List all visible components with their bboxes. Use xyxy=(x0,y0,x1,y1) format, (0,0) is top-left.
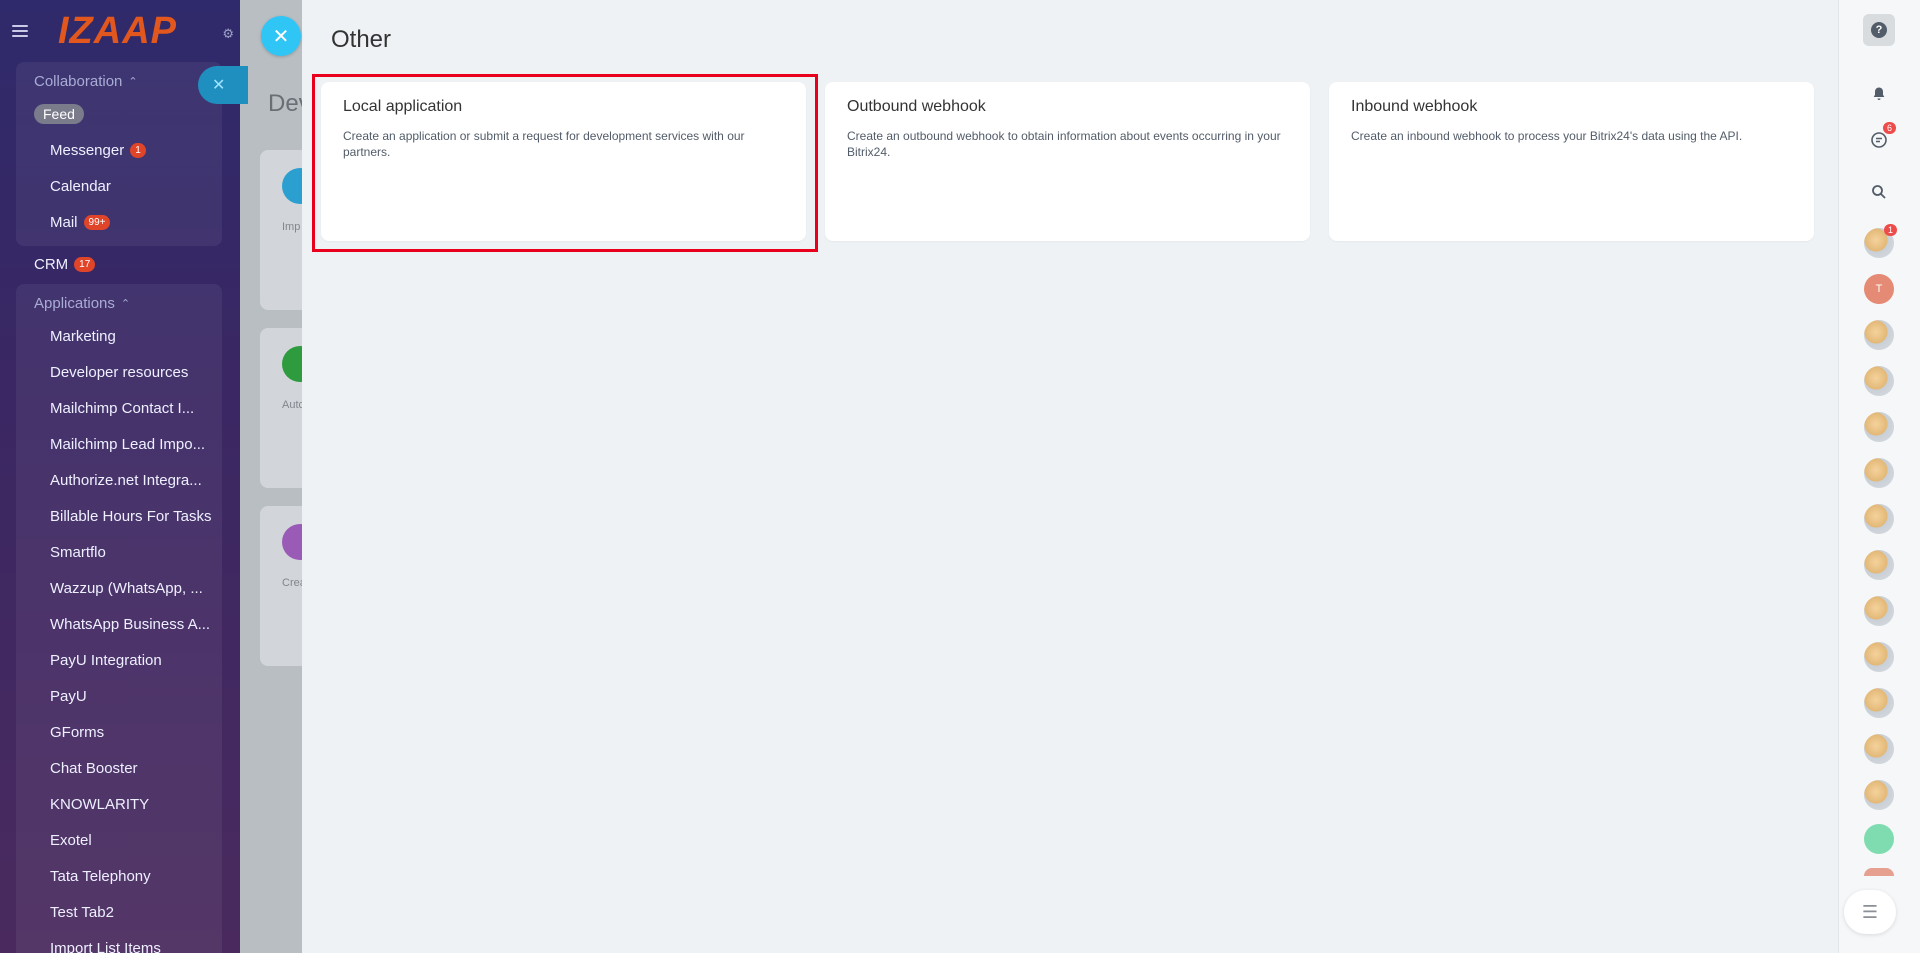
close-slider-button[interactable]: ✕ xyxy=(261,16,301,56)
collaboration-group: Collaboration ⌃ Feed Messenger 1 Calenda… xyxy=(16,62,222,246)
app-icon xyxy=(282,168,302,204)
sidebar-item-knowlarity[interactable]: KNOWLARITY xyxy=(16,786,222,822)
card-description: Create an outbound webhook to obtain inf… xyxy=(847,129,1281,159)
avatar[interactable] xyxy=(1864,320,1894,350)
avatar[interactable] xyxy=(1864,868,1894,876)
more-icon xyxy=(282,524,302,560)
chevron-up-icon: ⌃ xyxy=(128,75,138,88)
inbound-webhook-card[interactable]: Inbound webhook Create an inbound webhoo… xyxy=(1329,82,1814,241)
avatar[interactable] xyxy=(1864,458,1894,488)
sidebar-item-crm[interactable]: CRM 17 xyxy=(0,246,240,282)
other-panel: Other Local application Create an applic… xyxy=(303,0,1838,953)
avatar[interactable] xyxy=(1864,688,1894,718)
search-icon xyxy=(1872,185,1886,199)
sidebar-item-calendar[interactable]: Calendar xyxy=(16,168,222,204)
search-button[interactable] xyxy=(1863,176,1895,208)
card-description: Create an application or submit a reques… xyxy=(343,129,745,159)
card-title: Local application xyxy=(343,98,463,115)
sidebar-item-payu-integration[interactable]: PayU Integration xyxy=(16,642,222,678)
sidebar-item-billable-hours[interactable]: Billable Hours For Tasks xyxy=(16,498,222,534)
mail-badge: 99+ xyxy=(83,214,111,230)
chevron-up-icon: ⌃ xyxy=(120,297,131,310)
sidebar-item-test-tab2[interactable]: Test Tab2 xyxy=(16,894,222,930)
avatar[interactable] xyxy=(1864,550,1894,580)
sidebar-item-authorize-net[interactable]: Authorize.net Integra... xyxy=(16,462,222,498)
sidebar-header: IZAAP ⚙ xyxy=(0,0,240,62)
avatar[interactable] xyxy=(1864,504,1894,534)
option-cards: Local application Create an application … xyxy=(321,82,1814,241)
outbound-webhook-card[interactable]: Outbound webhook Create an outbound webh… xyxy=(825,82,1310,241)
avatar[interactable]: T xyxy=(1864,274,1894,304)
avatar[interactable] xyxy=(1864,596,1894,626)
sidebar-settings-icon[interactable]: ⚙ xyxy=(222,26,234,42)
avatar[interactable] xyxy=(1864,642,1894,672)
sidebar-item-feed[interactable]: Feed xyxy=(16,96,222,132)
avatar[interactable] xyxy=(1864,734,1894,764)
avatar[interactable] xyxy=(1864,780,1894,810)
avatar[interactable]: 1 xyxy=(1864,224,1898,258)
sidebar-item-mailchimp-lead[interactable]: Mailchimp Lead Impo... xyxy=(16,426,222,462)
avatar[interactable] xyxy=(1864,412,1894,442)
sidebar-item-developer-resources[interactable]: Developer resources xyxy=(16,354,222,390)
background-page-title: Dev xyxy=(268,90,302,117)
sidebar-item-payu[interactable]: PayU xyxy=(16,678,222,714)
background-page: Dev Imp you Autc man Crea xyxy=(240,0,302,953)
menu-icon[interactable] xyxy=(12,25,28,37)
sidebar-item-exotel[interactable]: Exotel xyxy=(16,822,222,858)
card-title: Inbound webhook xyxy=(1351,98,1478,115)
sidebar-item-chat-booster[interactable]: Chat Booster xyxy=(16,750,222,786)
right-rail: ? 6 1 T xyxy=(1838,0,1920,953)
help-button[interactable]: ? xyxy=(1863,14,1895,46)
left-sidebar: IZAAP ⚙ Collaboration ⌃ Feed Messenger 1… xyxy=(0,0,240,953)
sidebar-item-messenger[interactable]: Messenger 1 xyxy=(16,132,222,168)
sidebar-item-wazzup[interactable]: Wazzup (WhatsApp, ... xyxy=(16,570,222,606)
sidebar-item-smartflo[interactable]: Smartflo xyxy=(16,534,222,570)
sidebar-item-import-list-items[interactable]: Import List Items xyxy=(16,930,222,953)
chat-badge: 6 xyxy=(1883,122,1897,134)
applications-group: Applications ⌃ Marketing Developer resou… xyxy=(16,284,222,953)
sidebar-item-mailchimp-contact[interactable]: Mailchimp Contact I... xyxy=(16,390,222,426)
card-description: Create an inbound webhook to process you… xyxy=(1351,129,1743,143)
crm-badge: 17 xyxy=(74,256,96,272)
background-card: Autc man xyxy=(260,328,302,488)
chat-icon xyxy=(1871,132,1887,148)
notebook-chat-icon[interactable] xyxy=(1864,824,1894,854)
list-icon[interactable]: ☰ xyxy=(1844,890,1896,934)
notifications-button[interactable] xyxy=(1863,78,1895,110)
close-previous-slider-button[interactable]: ✕ xyxy=(198,66,248,104)
applications-header[interactable]: Applications ⌃ xyxy=(16,288,222,318)
app-icon xyxy=(282,346,302,382)
applications-list: Marketing Developer resources Mailchimp … xyxy=(16,318,222,953)
local-application-card[interactable]: Local application Create an application … xyxy=(321,82,806,241)
sidebar-item-tata-telephony[interactable]: Tata Telephony xyxy=(16,858,222,894)
bell-icon xyxy=(1873,87,1885,100)
sidebar-item-mail[interactable]: Mail 99+ xyxy=(16,204,222,240)
sidebar-item-whatsapp-business[interactable]: WhatsApp Business A... xyxy=(16,606,222,642)
background-card: Crea xyxy=(260,506,302,666)
page-title: Other xyxy=(331,26,392,53)
chats-button[interactable]: 6 xyxy=(1863,122,1897,156)
collaboration-header[interactable]: Collaboration ⌃ xyxy=(16,66,222,96)
company-logo[interactable]: IZAAP xyxy=(58,10,177,53)
sidebar-item-gforms[interactable]: GForms xyxy=(16,714,222,750)
avatar-badge: 1 xyxy=(1884,224,1898,236)
card-title: Outbound webhook xyxy=(847,98,986,115)
messenger-badge: 1 xyxy=(130,142,146,158)
avatar[interactable] xyxy=(1864,366,1894,396)
background-card: Imp you xyxy=(260,150,302,310)
sidebar-item-marketing[interactable]: Marketing xyxy=(16,318,222,354)
help-icon: ? xyxy=(1871,22,1887,38)
